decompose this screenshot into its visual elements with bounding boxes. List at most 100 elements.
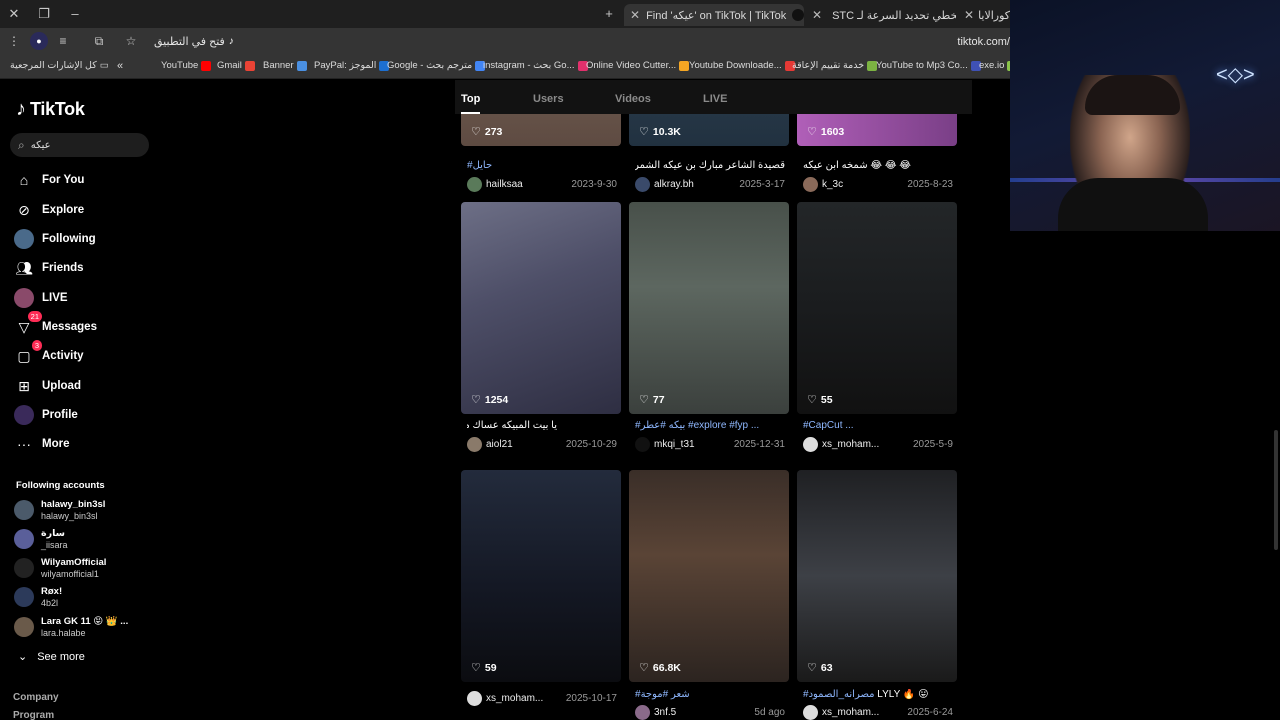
video-card[interactable]: ♡ 77 #بيكه #عطر #explore #fyp ... mkqi_t3… <box>629 202 789 460</box>
avatar[interactable] <box>635 176 650 192</box>
video-card[interactable]: ♡ 66.8K #شعر #موجة 3nf.5 5d ago <box>629 470 789 720</box>
bookmark-star-icon[interactable]: ☆ <box>122 32 140 50</box>
nav-live[interactable]: LIVE <box>14 287 68 309</box>
following-account[interactable]: Lara GK 11 😝 👑 ... lara.halabe <box>14 614 128 640</box>
see-more-button[interactable]: ⌄ See more <box>18 650 85 664</box>
bookmark-item[interactable]: Youtube Downloade... <box>689 60 795 71</box>
nav-upload[interactable]: ⊞ Upload <box>14 375 81 397</box>
url-text[interactable]: tiktok.com/ <box>957 36 1010 48</box>
new-tab-icon[interactable]: + <box>599 4 619 24</box>
close-window-icon[interactable]: ✕ <box>4 4 24 24</box>
video-caption[interactable]: 😂 😂 😂 شمخه ابن عيكه <box>803 160 953 171</box>
avatar[interactable] <box>635 436 650 452</box>
bookmark-item[interactable]: instagram - بحث Go... <box>483 60 588 71</box>
video-card[interactable]: ♡ 55 #CapCut ... xs_moham... 2025-5-9 <box>797 202 957 460</box>
restore-window-icon[interactable]: ❐ <box>34 4 54 24</box>
avatar[interactable] <box>803 176 818 192</box>
video-card[interactable]: ♡ 59 xs_moham... 2025-10-17 <box>461 470 621 720</box>
video-caption[interactable]: #مصرانه_الصمود LYLY 🔥 😛 <box>803 689 953 700</box>
video-caption[interactable]: قصيدة الشاعر مبارك بن عيكه الشمري ... <box>635 160 785 171</box>
video-author[interactable]: xs_moham... <box>822 707 907 718</box>
video-thumbnail[interactable]: ♡ 55 <box>797 202 957 414</box>
bookmark-item[interactable]: PayPal: الموجز <box>314 60 390 71</box>
scrollbar[interactable] <box>1274 430 1278 550</box>
video-thumbnail[interactable]: ♡ 66.8K <box>629 470 789 682</box>
video-card[interactable]: ♡ 63 #مصرانه_الصمود LYLY 🔥 😛 xs_moham... 2… <box>797 470 957 720</box>
video-author[interactable]: xs_moham... <box>822 439 913 450</box>
video-caption[interactable]: #حايل <box>467 160 617 171</box>
tab-videos[interactable]: Videos <box>615 93 651 105</box>
nav-friends[interactable]: 👥︎ Friends <box>14 257 83 279</box>
tab-top[interactable]: Top <box>461 93 480 105</box>
bookmark-item[interactable]: Banner <box>263 60 307 71</box>
following-account[interactable]: سارة _iisara <box>14 526 68 552</box>
nav-for-you[interactable]: ⌂ For You <box>14 169 85 191</box>
tab-users[interactable]: Users <box>533 93 564 105</box>
avatar[interactable] <box>467 176 482 192</box>
video-thumbnail[interactable]: ♡ 63 <box>797 470 957 682</box>
bookmark-item[interactable]: YouTube <box>161 60 212 71</box>
bookmark-item[interactable]: Online Video Cutter... <box>586 60 690 71</box>
video-thumbnail[interactable]: ♡ 59 <box>461 470 621 682</box>
video-author[interactable]: alkray.bh <box>654 179 739 190</box>
avatar[interactable] <box>467 690 482 706</box>
video-author[interactable]: k_3c <box>822 179 907 190</box>
tab-close-icon[interactable]: ✕ <box>630 8 640 22</box>
tab-close-icon[interactable]: ✕ <box>812 8 822 22</box>
video-author[interactable]: mkqi_t31 <box>654 439 734 450</box>
tab-close-icon[interactable]: ✕ <box>964 8 974 22</box>
avatar[interactable] <box>635 704 650 720</box>
video-date: 2023-9-30 <box>571 178 617 190</box>
reading-list-icon[interactable]: ≡ <box>54 32 72 50</box>
video-card[interactable]: ♡1254 يا بيت المبيكه عساك معمر aiol21202… <box>461 202 621 460</box>
tab-live[interactable]: LIVE <box>703 93 727 105</box>
search-input[interactable]: ⌕ عيكه <box>10 133 149 157</box>
bookmark-item[interactable]: Gmail <box>217 60 255 71</box>
nav-more[interactable]: ··· More <box>14 433 69 455</box>
footer-company-link[interactable]: Company <box>13 692 59 703</box>
video-author[interactable]: xs_moham... <box>486 693 566 704</box>
open-in-app-label[interactable]: فتح في التطبيق <box>154 35 225 48</box>
nav-following[interactable]: Following <box>14 228 96 250</box>
profile-avatar-icon[interactable]: ● <box>30 32 48 50</box>
video-thumbnail[interactable]: ♡ 1254 <box>461 202 621 414</box>
nav-activity[interactable]: ▢ 3 Activity <box>14 340 84 367</box>
avatar[interactable] <box>467 436 482 452</box>
bookmarks-folder[interactable]: كل الإشارات المرجعية ▭ <box>10 60 109 71</box>
bookmark-item[interactable]: Google - مترجم بحث <box>387 60 486 71</box>
avatar[interactable] <box>803 436 818 452</box>
following-account[interactable]: Røx! 4b2l <box>14 584 62 610</box>
caption-hashtags[interactable]: #بيكه #عطر #explore #fyp ... <box>635 420 759 431</box>
caption-hashtags[interactable]: #CapCut ... <box>803 420 854 431</box>
caption-hashtags[interactable]: #شعر #موجة <box>635 689 690 700</box>
video-caption[interactable]: #CapCut ... <box>803 420 953 431</box>
minimize-window-icon[interactable]: – <box>65 4 85 24</box>
video-author[interactable]: aiol21 <box>486 439 566 450</box>
avatar[interactable] <box>803 704 818 720</box>
bookmark-item[interactable]: YouTube to Mp3 Co... <box>876 60 981 71</box>
address-bar[interactable]: فتح في التطبيق ♪ tiktok.com/ <box>144 31 1010 52</box>
browser-tab[interactable]: ✕ STC تخطي تحديد السرعة لـ <box>806 4 956 26</box>
caption-hashtags[interactable]: #حايل <box>467 160 492 171</box>
video-author[interactable]: hailksaa <box>486 179 571 190</box>
bookmark-item[interactable]: خدمة تقييم الإعاقة <box>792 60 878 71</box>
like-count: ♡ 55 <box>807 393 833 407</box>
video-caption[interactable]: #شعر #موجة <box>635 689 785 700</box>
browser-tab[interactable]: ✕ ك كورالايا | Tube <box>958 4 1010 26</box>
extensions-icon[interactable]: ⧉ <box>90 32 108 50</box>
following-account[interactable]: WilyamOfficial wilyamofficial1 <box>14 555 106 581</box>
video-caption[interactable]: #بيكه #عطر #explore #fyp ... <box>635 420 785 431</box>
nav-messages[interactable]: ▽ 21 Messages <box>14 311 97 338</box>
nav-explore[interactable]: ⊘ Explore <box>14 199 84 221</box>
tiktok-logo[interactable]: ♪ TikTok <box>16 98 85 121</box>
video-thumbnail[interactable]: ♡ 77 <box>629 202 789 414</box>
browser-tab-active[interactable]: ✕ Find 'عيكه' on TikTok | TikTok <box>624 4 804 26</box>
menu-dots-icon[interactable]: ⋮ <box>5 32 23 50</box>
video-author[interactable]: 3nf.5 <box>654 707 754 718</box>
footer-program-link[interactable]: Program <box>13 710 54 720</box>
following-account[interactable]: halawy_bin3sl halawy_bin3sl <box>14 497 105 523</box>
chevron-left-icon[interactable]: « <box>117 60 123 72</box>
caption-hashtags[interactable]: #مصرانه_الصمود <box>803 689 875 700</box>
nav-profile[interactable]: Profile <box>14 404 78 426</box>
video-caption[interactable]: يا بيت المبيكه عساك معمر <box>467 420 557 431</box>
